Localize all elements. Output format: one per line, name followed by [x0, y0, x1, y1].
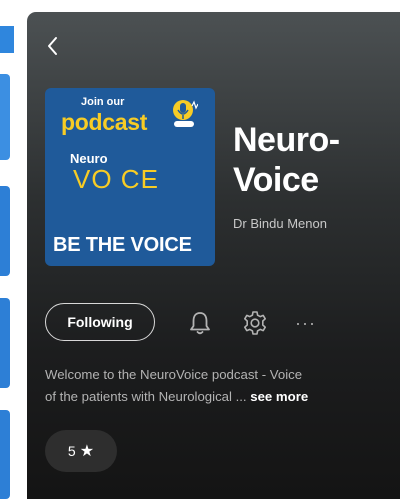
microphone-icon	[173, 100, 198, 127]
back-button[interactable]	[41, 34, 65, 58]
more-options-button[interactable]: ···	[295, 309, 323, 337]
see-more-link[interactable]: see more	[250, 389, 308, 404]
star-icon: ★	[79, 443, 95, 460]
background-card	[0, 410, 10, 499]
gear-icon	[244, 311, 266, 335]
podcast-panel: Join our podcast Neuro VO CE BE THE VOIC…	[27, 12, 400, 499]
podcast-title: Neuro- Voice	[233, 120, 393, 200]
rating-value: 5	[67, 443, 76, 459]
screen: Join our podcast Neuro VO CE BE THE VOIC…	[0, 0, 400, 499]
bell-icon	[190, 312, 210, 335]
description-line-text: of the patients with Neurological ...	[45, 389, 247, 404]
rating-badge[interactable]: 5 ★	[45, 430, 117, 472]
notifications-button[interactable]	[186, 309, 214, 337]
settings-button[interactable]	[241, 309, 269, 337]
podcast-title-line2: Voice	[233, 161, 319, 199]
chevron-left-icon	[48, 37, 57, 55]
background-page-strip	[0, 0, 18, 499]
background-card	[0, 74, 10, 160]
background-tab	[0, 26, 14, 53]
cover-join-text: Join our	[81, 96, 125, 108]
following-button[interactable]: Following	[45, 303, 155, 341]
podcast-description: Welcome to the NeuroVoice podcast - Voic…	[45, 364, 397, 408]
podcast-title-line1: Neuro-	[233, 121, 340, 159]
podcast-author[interactable]: Dr Bindu Menon	[233, 216, 327, 231]
cover-podcast-text: podcast	[61, 109, 148, 135]
background-card	[0, 186, 10, 276]
description-line-2: of the patients with Neurological ... se…	[45, 386, 397, 408]
background-card	[0, 298, 10, 388]
description-line: Welcome to the NeuroVoice podcast - Voic…	[45, 367, 303, 382]
podcast-cover-art: Join our podcast Neuro VO CE BE THE VOIC…	[45, 88, 215, 266]
cover-tagline: BE THE VOICE	[53, 234, 192, 256]
cover-voice-text: VO CE	[73, 164, 159, 194]
